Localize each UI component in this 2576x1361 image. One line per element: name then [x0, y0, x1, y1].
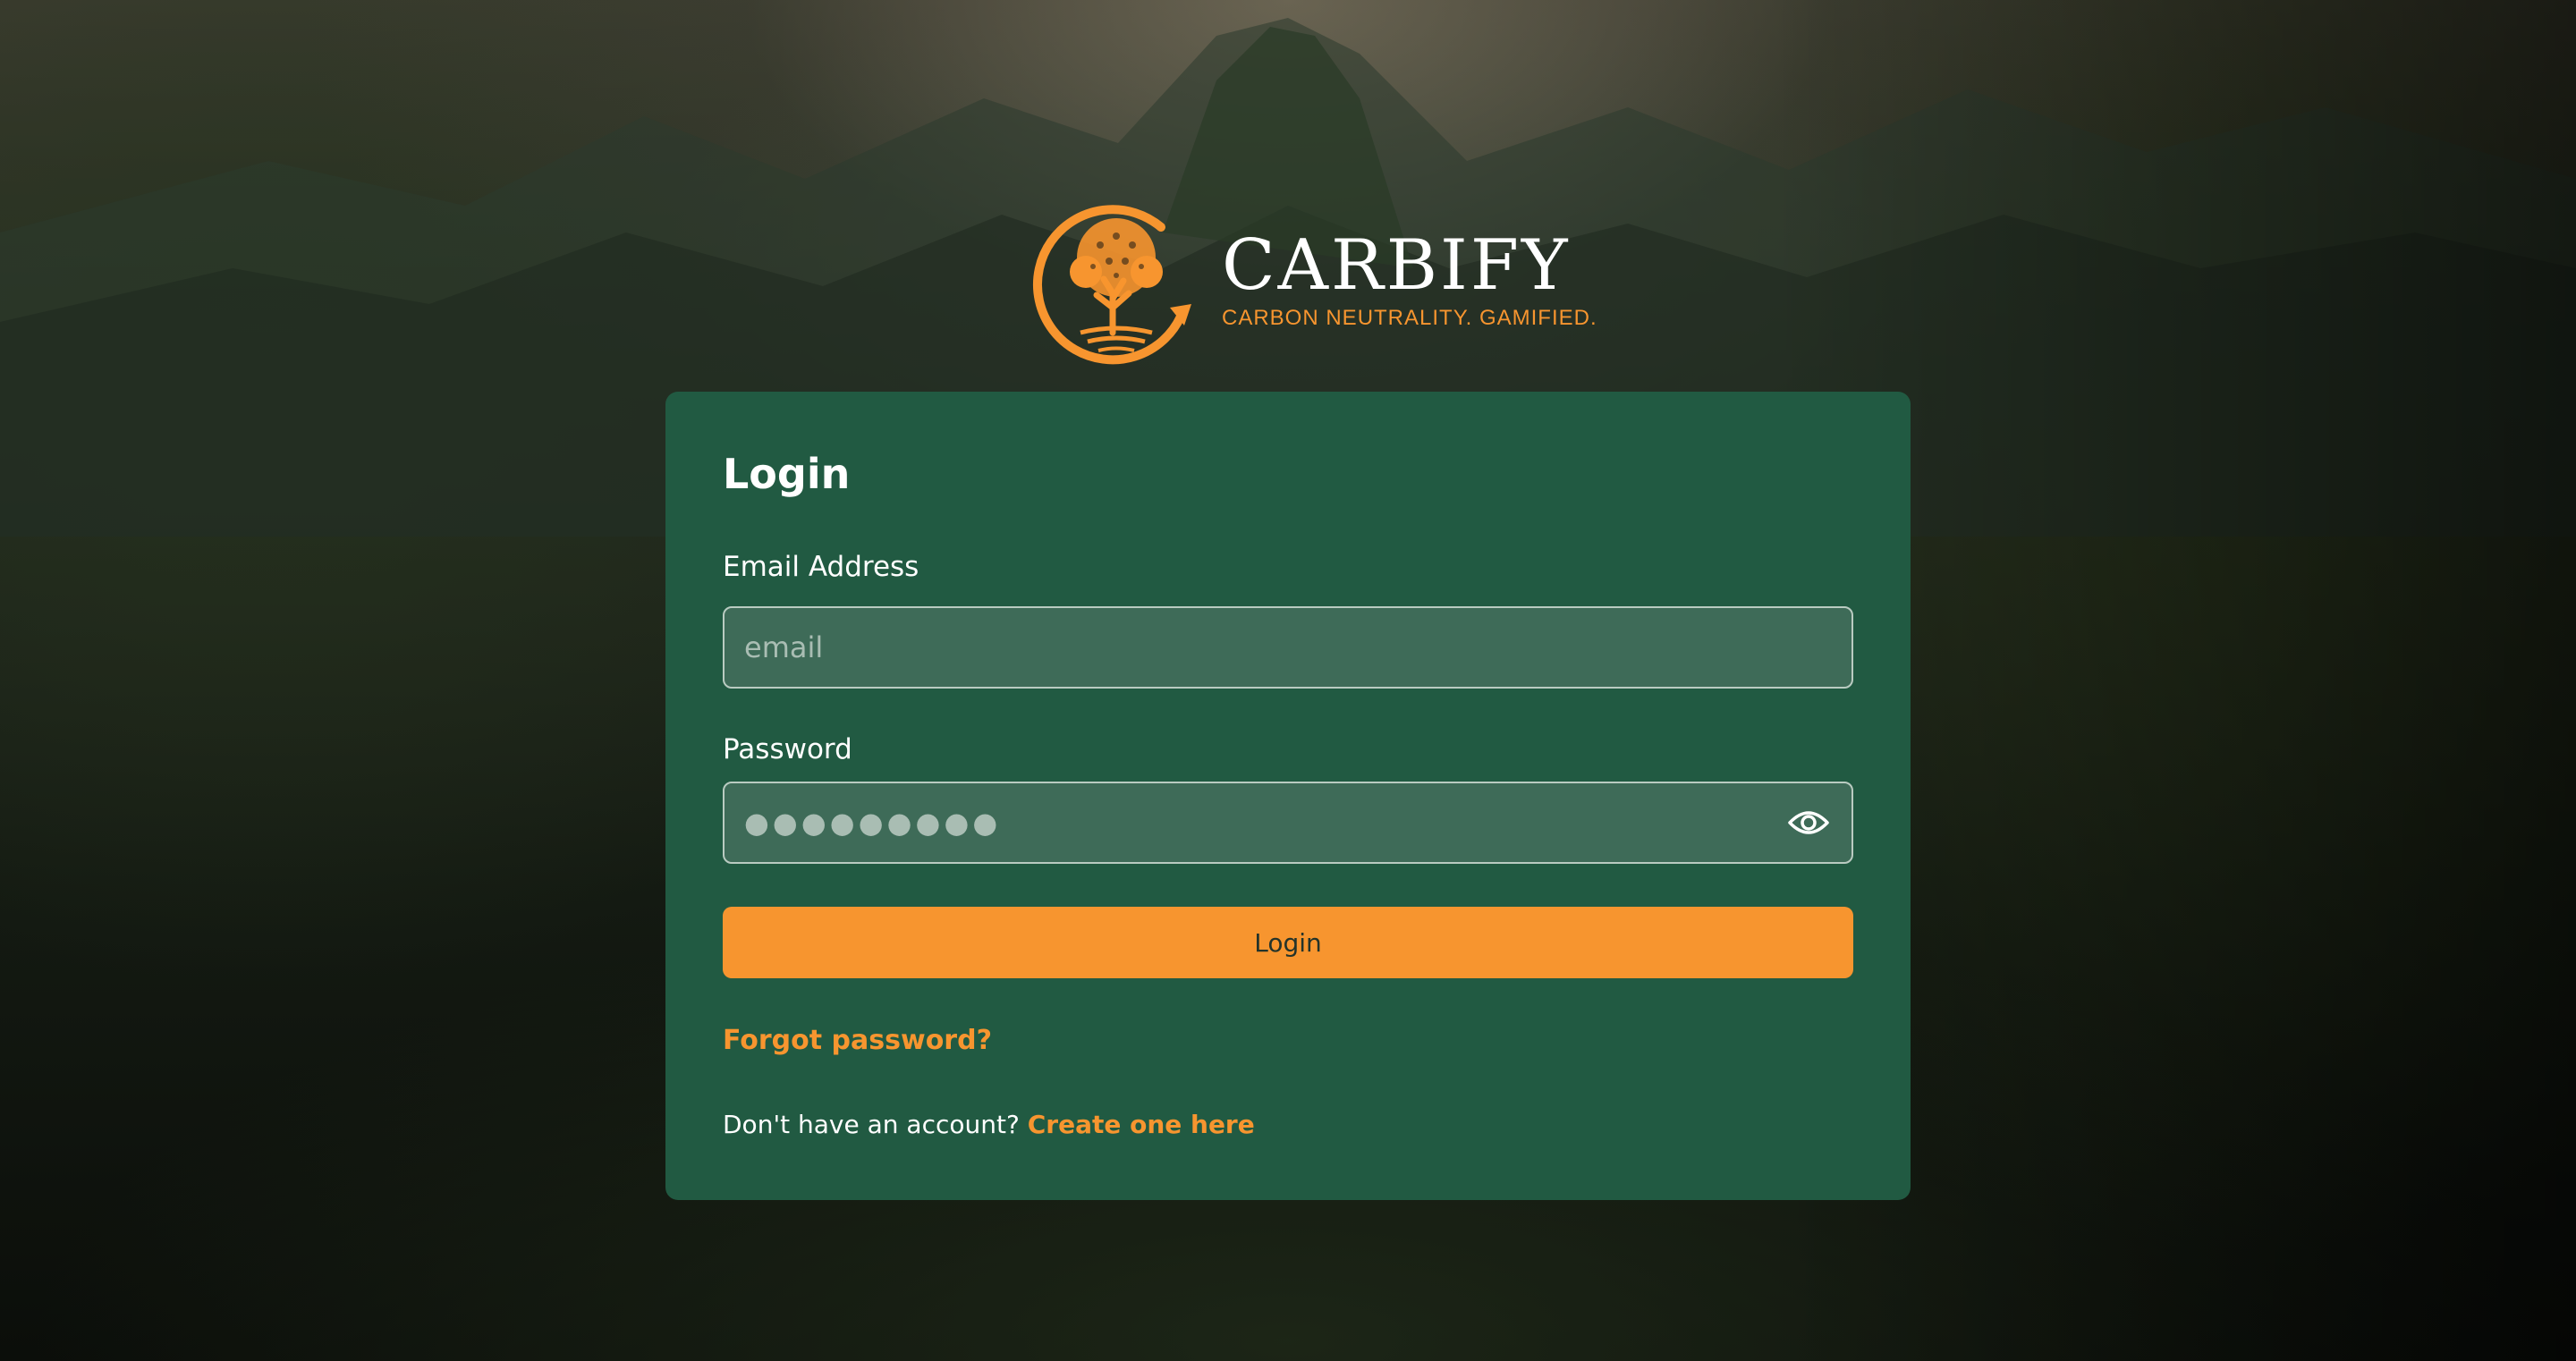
email-label: Email Address: [723, 551, 919, 583]
login-card: Login Email Address Password Login Forgo…: [665, 392, 1911, 1200]
email-field[interactable]: [723, 606, 1853, 689]
login-button[interactable]: Login: [723, 907, 1853, 978]
signup-prompt: Don't have an account?: [723, 1110, 1028, 1139]
brand-name: CARBIFY: [1222, 225, 1571, 306]
password-label: Password: [723, 733, 852, 765]
forgot-password-link[interactable]: Forgot password?: [723, 1023, 992, 1059]
password-field[interactable]: [723, 782, 1853, 864]
login-title: Login: [723, 450, 851, 498]
brand-tagline: CARBON NEUTRALITY. GAMIFIED.: [1222, 306, 1597, 330]
signup-row: Don't have an account? Create one here: [723, 1107, 1255, 1143]
create-account-link[interactable]: Create one here: [1028, 1110, 1255, 1139]
login-page: CARBIFY CARBON NEUTRALITY. GAMIFIED. Log…: [0, 0, 2576, 1361]
tree-emblem-icon: [1032, 205, 1191, 365]
carbify-logo: CARBIFY CARBON NEUTRALITY. GAMIFIED.: [1027, 190, 1597, 368]
eye-icon[interactable]: [1787, 803, 1830, 842]
